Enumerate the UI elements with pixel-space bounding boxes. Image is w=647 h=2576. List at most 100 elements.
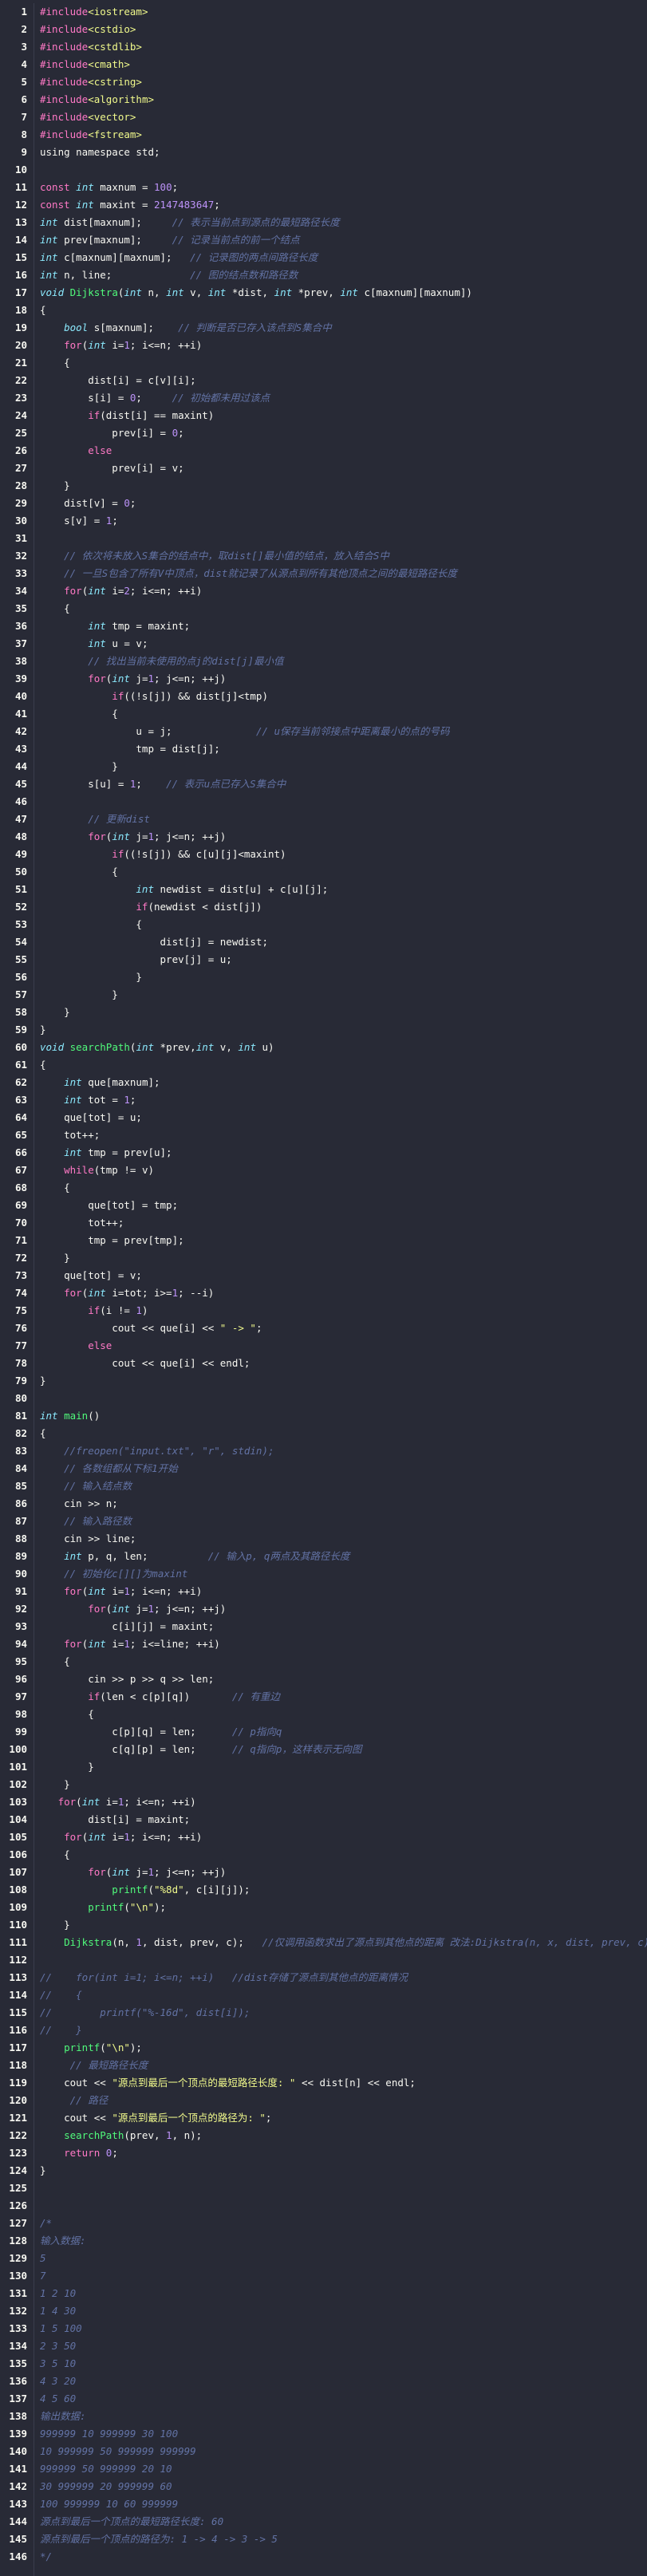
code-line[interactable]: 144 源点到最后一个顶点的最短路径长度: 60 [0, 2513, 647, 2531]
code-line[interactable]: 90 // 初始化c[][]为maxint [0, 1565, 647, 1583]
code-line[interactable]: 96 cin >> p >> q >> len; [0, 1671, 647, 1688]
code-line[interactable]: 77 else [0, 1337, 647, 1355]
code-line[interactable]: 21 { [0, 354, 647, 372]
code-line[interactable]: 139 999999 10 999999 30 100 [0, 2425, 647, 2443]
code-line[interactable]: 64 que[tot] = u; [0, 1109, 647, 1126]
code-line[interactable]: 55 prev[j] = u; [0, 951, 647, 968]
code-line[interactable]: 94 for(int i=1; i<=line; ++i) [0, 1635, 647, 1653]
code-line[interactable]: 22 dist[i] = c[v][i]; [0, 372, 647, 389]
code-line[interactable]: 81 int main() [0, 1407, 647, 1425]
code-line[interactable]: 126 [0, 2197, 647, 2215]
code-line[interactable]: 109 printf("\n"); [0, 1899, 647, 1916]
code-line[interactable]: 105 for(int i=1; i<=n; ++i) [0, 1828, 647, 1846]
code-line[interactable]: 71 tmp = prev[tmp]; [0, 1232, 647, 1249]
code-line[interactable]: 113 // for(int i=1; i<=n; ++i) //dist存储了源… [0, 1969, 647, 1986]
code-line[interactable]: 120 // 路径 [0, 2092, 647, 2109]
code-line[interactable]: 50 { [0, 863, 647, 881]
code-line[interactable]: 10 [0, 161, 647, 179]
code-line[interactable]: 38 // 找出当前未使用的点j的dist[j]最小值 [0, 653, 647, 670]
code-line[interactable]: 34 for(int i=2; i<=n; ++i) [0, 582, 647, 600]
code-area[interactable]: 1 #include<iostream> 2 #include<cstdio> 3 #in… [0, 3, 647, 2566]
code-line[interactable]: 133 1 5 100 [0, 2320, 647, 2337]
code-line[interactable]: 19 bool s[maxnum]; // 判断是否已存入该点到S集合中 [0, 319, 647, 337]
code-line[interactable]: 100 c[q][p] = len; // q指向p，这样表示无向图 [0, 1741, 647, 1758]
code-line[interactable]: 44 } [0, 758, 647, 775]
code-line[interactable]: 15 int c[maxnum][maxnum]; // 记录图的两点间路径长度 [0, 249, 647, 266]
code-line[interactable]: 65 tot++; [0, 1126, 647, 1144]
code-line[interactable]: 87 // 输入路径数 [0, 1513, 647, 1530]
code-line[interactable]: 102 } [0, 1776, 647, 1793]
code-line[interactable]: 27 prev[i] = v; [0, 460, 647, 477]
code-line[interactable]: 121 cout << "源点到最后一个顶点的路径为: "; [0, 2109, 647, 2127]
code-line[interactable]: 60 void searchPath(int *prev,int v, int u… [0, 1039, 647, 1056]
code-line[interactable]: 118 // 最短路径长度 [0, 2057, 647, 2074]
code-line[interactable]: 101 } [0, 1758, 647, 1776]
code-line[interactable]: 33 // 一旦S包含了所有V中顶点，dist就记录了从源点到所有其他顶点之间的… [0, 565, 647, 582]
code-line[interactable]: 86 cin >> n; [0, 1495, 647, 1513]
code-line[interactable]: 131 1 2 10 [0, 2285, 647, 2302]
code-line[interactable]: 83 //freopen("input.txt", "r", stdin); [0, 1442, 647, 1460]
code-line[interactable]: 49 if((!s[j]) && c[u][j]<maxint) [0, 846, 647, 863]
code-line[interactable]: 52 if(newdist < dist[j]) [0, 898, 647, 916]
code-line[interactable]: 31 [0, 530, 647, 547]
code-line[interactable]: 123 return 0; [0, 2144, 647, 2162]
code-line[interactable]: 129 5 [0, 2250, 647, 2267]
code-line[interactable]: 24 if(dist[i] == maxint) [0, 407, 647, 424]
code-line[interactable]: 146 */ [0, 2548, 647, 2566]
code-line[interactable]: 137 4 5 60 [0, 2390, 647, 2408]
code-line[interactable]: 70 tot++; [0, 1214, 647, 1232]
code-line[interactable]: 89 int p, q, len; // 输入p, q两点及其路径长度 [0, 1548, 647, 1565]
code-line[interactable]: 119 cout << "源点到最后一个顶点的最短路径长度: " << dist… [0, 2074, 647, 2092]
code-line[interactable]: 95 { [0, 1653, 647, 1671]
code-line[interactable]: 112 [0, 1951, 647, 1969]
code-line[interactable]: 66 int tmp = prev[u]; [0, 1144, 647, 1162]
code-line[interactable]: 114 // { [0, 1986, 647, 2004]
code-line[interactable]: 110 } [0, 1916, 647, 1934]
code-line[interactable]: 42 u = j; // u保存当前邻接点中距离最小的点的号码 [0, 723, 647, 740]
code-line[interactable]: 130 7 [0, 2267, 647, 2285]
code-line[interactable]: 48 for(int j=1; j<=n; ++j) [0, 828, 647, 846]
code-line[interactable]: 43 tmp = dist[j]; [0, 740, 647, 758]
code-line[interactable]: 7 #include<vector> [0, 108, 647, 126]
code-line[interactable]: 40 if((!s[j]) && dist[j]<tmp) [0, 688, 647, 705]
code-line[interactable]: 9 using namespace std; [0, 144, 647, 161]
code-line[interactable]: 6 #include<algorithm> [0, 91, 647, 108]
code-line[interactable]: 76 cout << que[i] << " -> "; [0, 1320, 647, 1337]
code-line[interactable]: 30 s[v] = 1; [0, 512, 647, 530]
code-line[interactable]: 29 dist[v] = 0; [0, 495, 647, 512]
code-line[interactable]: 128 输入数据: [0, 2232, 647, 2250]
code-line[interactable]: 36 int tmp = maxint; [0, 617, 647, 635]
code-line[interactable]: 12 const int maxint = 2147483647; [0, 196, 647, 214]
code-line[interactable]: 57 } [0, 986, 647, 1004]
code-line[interactable]: 80 [0, 1390, 647, 1407]
code-line[interactable]: 13 int dist[maxnum]; // 表示当前点到源点的最短路径长度 [0, 214, 647, 231]
code-line[interactable]: 39 for(int j=1; j<=n; ++j) [0, 670, 647, 688]
code-line[interactable]: 107 for(int j=1; j<=n; ++j) [0, 1864, 647, 1881]
code-line[interactable]: 28 } [0, 477, 647, 495]
code-line[interactable]: 122 searchPath(prev, 1, n); [0, 2127, 647, 2144]
code-line[interactable]: 59} [0, 1021, 647, 1039]
code-line[interactable]: 115 // printf("%-16d", dist[i]); [0, 2004, 647, 2022]
code-line[interactable]: 67 while(tmp != v) [0, 1162, 647, 1179]
code-line[interactable]: 69 que[tot] = tmp; [0, 1197, 647, 1214]
code-line[interactable]: 132 1 4 30 [0, 2302, 647, 2320]
code-line[interactable]: 5 #include<cstring> [0, 73, 647, 91]
code-line[interactable]: 4 #include<cmath> [0, 56, 647, 73]
code-line[interactable]: 18 { [0, 302, 647, 319]
code-line[interactable]: 74 for(int i=tot; i>=1; --i) [0, 1284, 647, 1302]
code-line[interactable]: 84 // 各数组都从下标1开始 [0, 1460, 647, 1477]
code-line[interactable]: 2 #include<cstdio> [0, 21, 647, 38]
code-line[interactable]: 111 Dijkstra(n, 1, dist, prev, c); //仅调用… [0, 1934, 647, 1951]
code-line[interactable]: 62 int que[maxnum]; [0, 1074, 647, 1091]
code-line[interactable]: 91 for(int i=1; i<=n; ++i) [0, 1583, 647, 1600]
code-line[interactable]: 135 3 5 10 [0, 2355, 647, 2373]
code-line[interactable]: 26 else [0, 442, 647, 460]
code-line[interactable]: 143 100 999999 10 60 999999 [0, 2495, 647, 2513]
code-line[interactable]: 140 10 999999 50 999999 999999 [0, 2443, 647, 2460]
code-line[interactable]: 51 int newdist = dist[u] + c[u][j]; [0, 881, 647, 898]
code-line[interactable]: 73 que[tot] = v; [0, 1267, 647, 1284]
code-line[interactable]: 85 // 输入结点数 [0, 1477, 647, 1495]
code-line[interactable]: 25 prev[i] = 0; [0, 424, 647, 442]
code-line[interactable]: 46 [0, 793, 647, 811]
code-line[interactable]: 1 #include<iostream> [0, 3, 647, 21]
